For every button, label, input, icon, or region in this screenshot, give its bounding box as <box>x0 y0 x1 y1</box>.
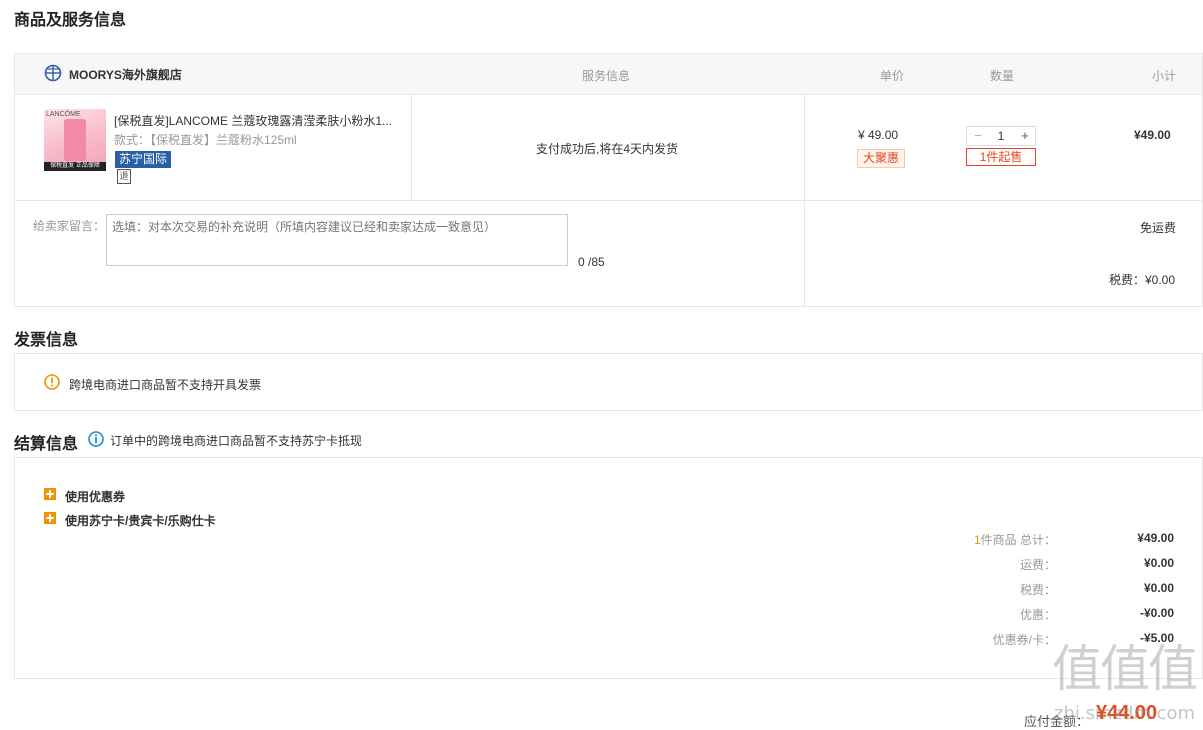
freight-label: 运费： <box>1019 558 1056 572</box>
coupon-card-label: 优惠券/卡： <box>992 633 1056 647</box>
thumb-brand-text: LANCÔME <box>46 111 81 118</box>
discount-label: 优惠： <box>1019 608 1056 622</box>
qty-minus-button[interactable]: − <box>967 127 989 145</box>
message-char-counter: 0 /85 <box>578 255 605 269</box>
min-qty-notice: 1件起售 <box>966 148 1036 166</box>
qty-input[interactable]: 1 <box>989 127 1013 145</box>
discount-value: -¥0.00 <box>1139 606 1174 620</box>
info-icon <box>88 431 104 447</box>
item-total-value: ¥49.00 <box>1137 531 1174 545</box>
service-text: 支付成功后,将在4天内发货 <box>536 142 679 156</box>
no-return-icon: 退 <box>117 169 131 184</box>
product-thumbnail[interactable]: LANCÔME 保税直发 正品保障 <box>44 109 106 171</box>
invoice-notice: 跨境电商进口商品暂不支持开具发票 <box>69 378 262 392</box>
col-unit-price-header: 单价 <box>880 69 905 83</box>
item-total-label: 1件商品 总计： <box>936 531 1056 548</box>
item-total-text: 件商品 总计： <box>980 533 1056 547</box>
expand-plus-icon <box>44 488 56 500</box>
tax-value: ¥0.00 <box>1143 581 1174 595</box>
qty-plus-button[interactable]: + <box>1014 127 1036 145</box>
use-card-toggle[interactable]: 使用苏宁卡/贵宾卡/乐购仕卡 <box>44 512 304 528</box>
unit-price: ¥ 49.00 <box>858 128 899 142</box>
line-subtotal: ¥49.00 <box>1134 128 1171 142</box>
use-coupon-label: 使用优惠券 <box>65 490 126 504</box>
divider <box>804 95 805 307</box>
globe-icon <box>44 64 62 82</box>
col-subtotal-header: 小计 <box>1152 69 1177 83</box>
thumb-caption: 保税直发 正品保障 <box>44 162 106 171</box>
tax-label: 税费： <box>1019 583 1056 597</box>
col-quantity-header: 数量 <box>990 69 1015 83</box>
expand-plus-icon <box>44 512 56 524</box>
divider <box>15 200 1203 201</box>
spec-value: 【保税直发】兰蔻粉水125ml <box>150 133 297 147</box>
product-title-link[interactable]: [保税直发]LANCOME 兰蔻玫瑰露清滢柔肤小粉水1... <box>114 112 404 129</box>
warning-icon <box>44 374 60 390</box>
seller-message-label: 给卖家留言： <box>33 219 106 233</box>
watermark-site: zhi.smzdm.com <box>1054 703 1196 724</box>
settlement-notice: 订单中的跨境电商进口商品暂不支持苏宁卡抵现 <box>110 434 363 448</box>
promo-badge: 大聚惠 <box>857 149 905 168</box>
product-spec: 款式：【保税直发】兰蔻粉水125ml <box>114 131 297 148</box>
watermark-logo: 值值值 <box>1052 640 1198 698</box>
suning-intl-tag: 苏宁国际 <box>115 151 172 168</box>
divider <box>411 95 412 200</box>
item-count: 1 <box>973 533 981 547</box>
use-coupon-toggle[interactable]: 使用优惠券 <box>44 488 244 504</box>
quantity-stepper: − 1 + <box>966 126 1036 146</box>
col-service-header: 服务信息 <box>582 69 631 83</box>
settlement-section-title: 结算信息 <box>14 436 79 453</box>
goods-section-title: 商品及服务信息 <box>14 12 127 29</box>
free-shipping-text: 免运费 <box>1140 221 1177 235</box>
seller-message-input[interactable] <box>106 214 568 266</box>
product-bottle-image <box>64 119 86 161</box>
use-card-label: 使用苏宁卡/贵宾卡/乐购仕卡 <box>65 514 216 528</box>
tax-text: 税费：¥0.00 <box>1109 273 1176 287</box>
spec-label: 款式： <box>114 133 151 147</box>
invoice-section-title: 发票信息 <box>14 332 79 349</box>
store-name-link[interactable]: MOORYS海外旗舰店 <box>69 66 182 83</box>
freight-value: ¥0.00 <box>1143 556 1174 570</box>
